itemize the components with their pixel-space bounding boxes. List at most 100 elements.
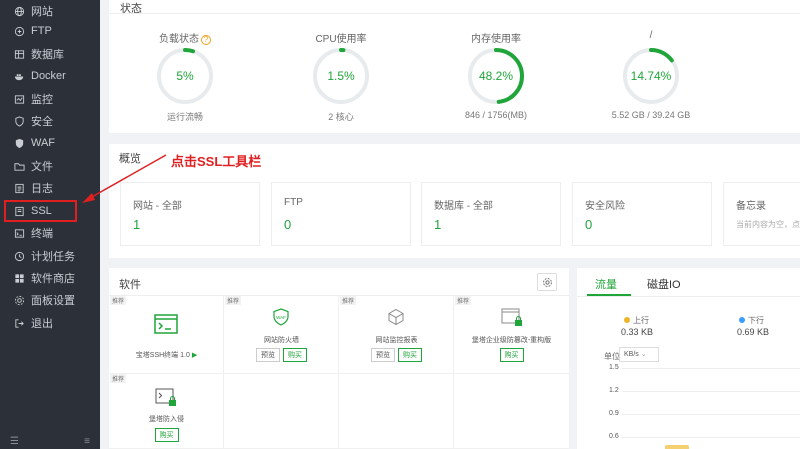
sidebar-item-docker[interactable]: Docker — [0, 65, 100, 87]
card-label: 数据库 - 全部 — [434, 201, 493, 212]
upload-dot-icon — [624, 317, 630, 323]
recommend-tag: 推荐 — [110, 374, 127, 383]
software-empty-cell — [224, 374, 339, 449]
tab-traffic[interactable]: 流量 — [595, 276, 617, 292]
card-label: 安全风险 — [585, 201, 625, 212]
sidebar-item-terminal[interactable]: 终端 — [0, 222, 100, 244]
card-value[interactable]: 1 — [434, 217, 441, 232]
sidebar-item-label: 日志 — [31, 183, 53, 195]
menu-icon[interactable]: ≡ — [84, 436, 90, 447]
buy-button[interactable]: 购买 — [154, 428, 179, 442]
gauge-subtext: 2 核心 — [328, 112, 354, 122]
sidebar-item-cron[interactable]: 计划任务 — [0, 245, 100, 267]
card-label: 备忘录 — [736, 201, 766, 212]
overview-title: 概览 — [119, 153, 141, 165]
sidebar-item-logs[interactable]: 日志 — [0, 177, 100, 199]
shield-icon — [13, 115, 25, 127]
sidebar-item-database[interactable]: 数据库 — [0, 43, 100, 65]
cube-icon — [388, 308, 404, 326]
sidebar-item-store[interactable]: 软件商店 — [0, 267, 100, 289]
overview-card-memo[interactable]: 备忘录 当前内容为空，点击 — [723, 182, 800, 246]
help-icon[interactable]: ? — [201, 35, 211, 45]
gauge-subtext: 846 / 1756(MB) — [464, 110, 528, 120]
software-header: 软件 — [109, 268, 569, 296]
log-icon — [13, 182, 25, 194]
card-value[interactable]: 0 — [585, 217, 592, 232]
waf-icon — [13, 137, 25, 149]
unit-select[interactable]: KB/s ⌄ — [619, 347, 659, 362]
sidebar-item-security[interactable]: 安全 — [0, 110, 100, 132]
card-value[interactable]: 0 — [284, 217, 291, 232]
sidebar-item-label: 文件 — [31, 161, 53, 173]
sidebar-item-files[interactable]: 文件 — [0, 155, 100, 177]
overview-card-ftp[interactable]: FTP 0 — [271, 182, 411, 246]
terminal-lock-icon — [155, 388, 176, 406]
overview-card-databases[interactable]: 数据库 - 全部 1 — [421, 182, 561, 246]
y-tick: 0.9 — [609, 410, 619, 417]
waf-shield-icon: WAF — [273, 308, 289, 326]
software-settings-button[interactable] — [537, 273, 557, 291]
gear-icon — [13, 294, 25, 306]
sidebar-item-ftp[interactable]: FTP — [0, 20, 100, 42]
database-icon — [13, 48, 25, 60]
overview-card-websites[interactable]: 网站 - 全部 1 — [120, 182, 260, 246]
play-icon[interactable]: ▶ — [192, 352, 197, 359]
card-value[interactable]: 1 — [133, 217, 140, 232]
memory-gauge[interactable]: 内存使用率 48.2% 846 / 1756(MB) — [436, 30, 556, 120]
tab-disk-io[interactable]: 磁盘IO — [647, 276, 681, 292]
sidebar-item-label: FTP — [31, 25, 52, 37]
disk-gauge[interactable]: / 14.74% 5.52 GB / 39.24 GB — [591, 30, 711, 120]
sidebar-item-website[interactable]: 网站 — [0, 0, 100, 22]
load-gauge[interactable]: 负载状态? 5% 运行流畅 — [125, 30, 245, 123]
y-tick: 1.2 — [609, 387, 619, 394]
terminal-icon — [154, 314, 178, 334]
svg-text:WAF: WAF — [276, 315, 286, 320]
preview-button[interactable]: 预览 — [371, 348, 395, 362]
software-panel: 软件 推荐 宝塔SSH终端 1.0 ▶ 推荐 WAF 网站防火墙 预览 购买 推… — [109, 268, 569, 449]
software-item-intrusion[interactable]: 推荐 堡塔防入侵 购买 — [109, 374, 224, 449]
sidebar-item-label: 面板设置 — [31, 295, 75, 307]
gear-icon — [542, 277, 552, 287]
software-item-ssh[interactable]: 推荐 宝塔SSH终端 1.0 ▶ — [109, 296, 224, 374]
buy-button[interactable]: 购买 — [398, 348, 422, 362]
collapse-icon[interactable]: ☰ — [10, 436, 19, 447]
buy-button[interactable]: 购买 — [283, 348, 307, 362]
gauge-subtext: 5.52 GB / 39.24 GB — [611, 110, 691, 120]
status-title: 状态 — [120, 3, 142, 15]
recommend-tag: 推荐 — [340, 296, 357, 305]
preview-button[interactable]: 预览 — [256, 348, 280, 362]
download-dot-icon — [739, 317, 745, 323]
sidebar-item-settings[interactable]: 面板设置 — [0, 289, 100, 311]
card-label: 网站 - 全部 — [133, 201, 182, 212]
gauge-name: 内存使用率 — [471, 34, 521, 45]
store-icon — [13, 272, 25, 284]
gauge-value: 14.74% — [630, 69, 672, 83]
sidebar-item-label: 网站 — [31, 6, 53, 18]
recommend-tag: 推荐 — [110, 296, 127, 305]
gauge-value: 48.2% — [478, 69, 514, 83]
y-tick: 0.6 — [609, 433, 619, 440]
software-item-tamper-proof[interactable]: 推荐 堡塔企业级防篡改-重构版 购买 — [454, 296, 569, 374]
clock-icon — [13, 250, 25, 262]
sidebar-item-monitor[interactable]: 监控 — [0, 88, 100, 110]
software-empty-cell — [339, 374, 454, 449]
cpu-gauge[interactable]: CPU使用率 1.5% 2 核心 — [281, 30, 401, 123]
recommend-tag: 推荐 — [225, 296, 242, 305]
memo-placeholder: 当前内容为空，点击 — [736, 220, 800, 229]
buy-button[interactable]: 购买 — [499, 348, 524, 362]
globe-icon — [13, 5, 25, 17]
software-item-site-monitor[interactable]: 推荐 网站监控报表 预览 购买 — [339, 296, 454, 374]
window-lock-icon — [501, 308, 522, 326]
sidebar-item-label: 安全 — [31, 116, 53, 128]
traffic-panel: 流量 磁盘IO 上行 0.33 KB 下行 0.69 KB 单位 KB/s ⌄ … — [577, 268, 800, 449]
sidebar-item-label: 计划任务 — [31, 251, 75, 263]
download-label: 下行 — [739, 315, 764, 326]
gauge-ring: 1.5% — [311, 46, 371, 106]
gridline — [622, 437, 800, 438]
software-item-waf[interactable]: 推荐 WAF 网站防火墙 预览 购买 — [224, 296, 339, 374]
sidebar-item-logout[interactable]: 退出 — [0, 312, 100, 334]
sidebar-item-waf[interactable]: WAF — [0, 132, 100, 154]
gridline — [622, 414, 800, 415]
overview-card-security-risk[interactable]: 安全风险 0 — [572, 182, 712, 246]
gauge-value: 1.5% — [327, 69, 355, 83]
